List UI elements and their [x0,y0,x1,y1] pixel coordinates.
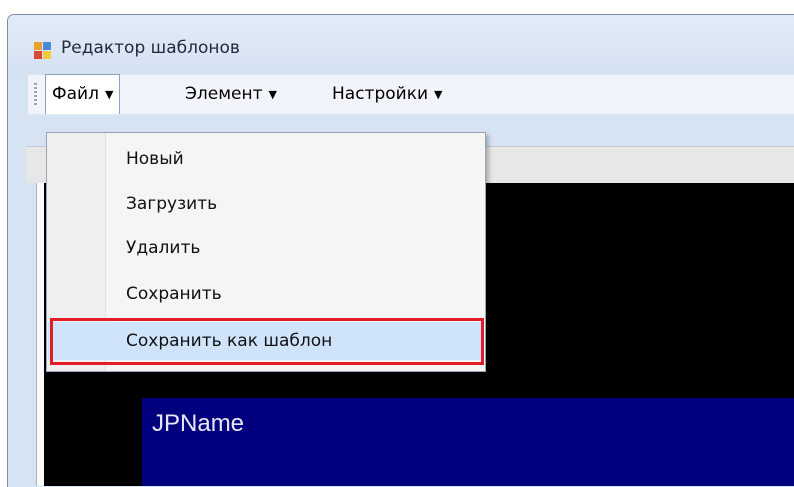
menu-item-label: Новый [126,149,184,169]
menu-file[interactable]: Файл ▼ [45,74,121,114]
menu-settings[interactable]: Настройки ▼ [332,75,442,114]
menu-item-save[interactable]: Сохранить [48,275,484,313]
menu-item-label: Загрузить [126,194,218,214]
menu-item-label: Удалить [126,238,201,258]
highlight-box [50,318,484,365]
chevron-down-icon: ▼ [104,88,114,101]
menu-item-label: Сохранить [126,284,222,304]
menu-settings-label: Настройки [332,84,429,104]
title-bar: Редактор шаблонов [8,15,794,81]
app-window-icon [34,42,51,59]
toolbar-grip[interactable] [34,83,37,106]
window-title: Редактор шаблонов [61,38,240,58]
menu-item-new[interactable]: Новый [48,140,484,178]
menu-item-delete[interactable]: Удалить [48,229,484,267]
menu-file-label: Файл [52,84,99,104]
menu-element-label: Элемент [185,84,263,104]
chevron-down-icon: ▼ [268,88,277,101]
menu-bar: Файл ▼ Элемент ▼ Настройки ▼ [28,74,794,115]
menu-item-load[interactable]: Загрузить [48,185,484,223]
menu-element[interactable]: Элемент ▼ [185,75,277,114]
chevron-down-icon: ▼ [434,88,443,101]
template-element-label: JPName [152,410,245,437]
